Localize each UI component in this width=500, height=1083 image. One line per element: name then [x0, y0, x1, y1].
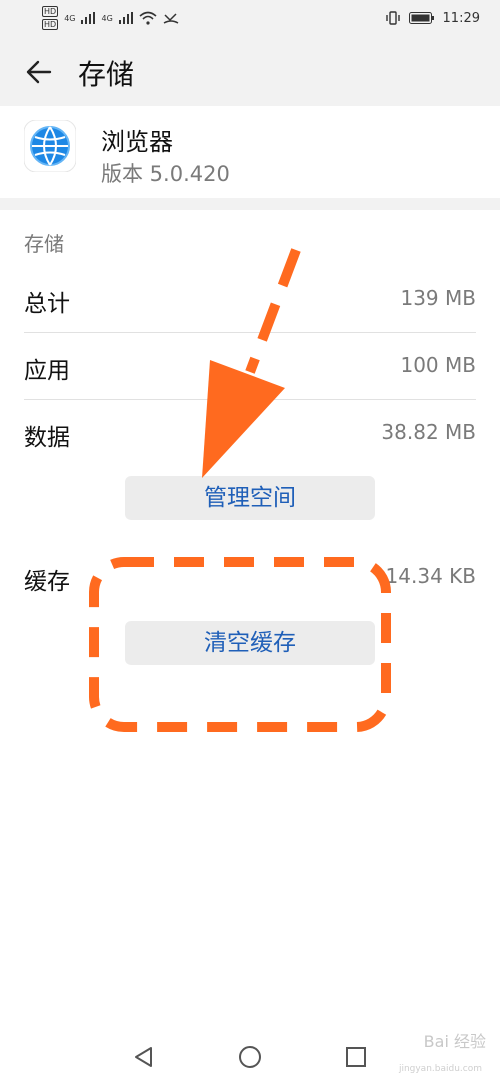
missed-call-icon	[163, 13, 179, 24]
storage-row-data: 数据 38.82 MB	[24, 400, 476, 466]
wifi-icon	[139, 11, 157, 25]
row-value: 14.34 KB	[385, 564, 476, 588]
row-label: 数据	[24, 425, 70, 451]
section-title-storage: 存储	[24, 232, 64, 256]
section-gap	[0, 198, 500, 210]
vibrate-icon	[385, 11, 400, 25]
nav-home-icon[interactable]	[238, 1045, 262, 1069]
app-version: 版本 5.0.420	[101, 162, 230, 186]
battery-icon	[408, 12, 434, 24]
clear-cache-button[interactable]: 清空缓存	[125, 621, 375, 665]
browser-app-icon	[24, 120, 76, 172]
back-arrow-icon[interactable]	[24, 58, 52, 86]
row-label: 应用	[24, 358, 70, 384]
manage-space-button[interactable]: 管理空间	[125, 476, 375, 520]
row-value: 139 MB	[400, 286, 476, 310]
app-name: 浏览器	[101, 128, 173, 156]
app-info: 浏览器 版本 5.0.420	[0, 106, 500, 206]
network-type: 4G	[64, 13, 76, 23]
storage-row-total: 总计 139 MB	[24, 266, 476, 332]
status-right: 11:29	[385, 10, 480, 26]
row-value: 38.82 MB	[381, 420, 476, 444]
status-bar: HD HD 4G 4G 11:29	[0, 0, 500, 38]
hd-badge: HD	[42, 6, 59, 17]
watermark-logo: Bai 经验	[423, 1032, 486, 1051]
nav-recents-icon[interactable]	[344, 1045, 368, 1069]
row-label: 总计	[24, 291, 70, 317]
row-value: 100 MB	[400, 353, 476, 377]
nav-back-icon[interactable]	[132, 1045, 156, 1069]
clock: 11:29	[442, 10, 480, 26]
storage-row-app: 应用 100 MB	[24, 333, 476, 399]
row-label: 缓存	[24, 569, 70, 595]
hd-indicators: HD HD	[42, 6, 59, 30]
network-type: 4G	[101, 13, 113, 23]
hd-badge: HD	[42, 19, 59, 30]
status-left: HD HD 4G 4G	[42, 6, 179, 30]
signal-icon	[81, 12, 96, 24]
signal-icon	[118, 12, 133, 24]
page-title: 存储	[78, 58, 135, 91]
watermark-url: jingyan.baidu.com	[398, 1064, 482, 1074]
app-bar: 存储	[0, 38, 500, 106]
storage-row-cache: 缓存 14.34 KB	[24, 544, 476, 610]
